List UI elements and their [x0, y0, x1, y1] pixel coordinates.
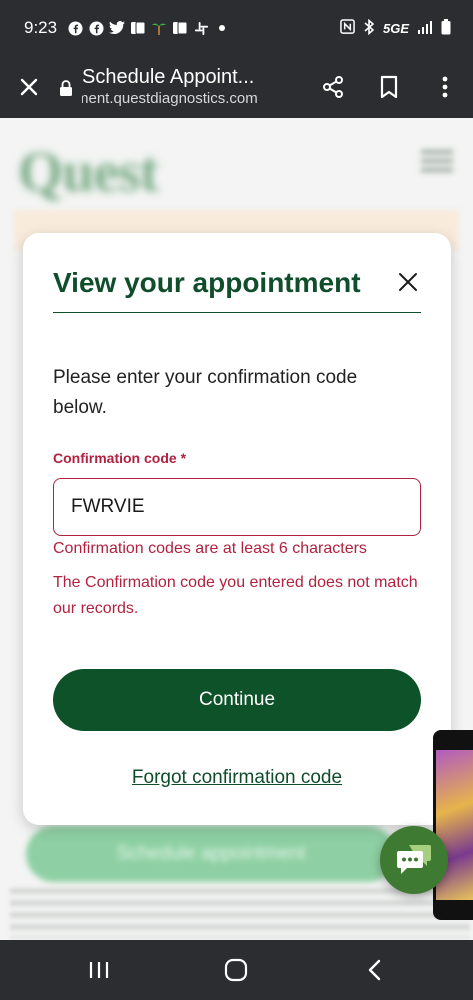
- page-url: ment.questdiagnostics.com: [82, 90, 258, 107]
- dialog-close-button[interactable]: [395, 269, 421, 295]
- confirmation-code-label: Confirmation code *: [53, 450, 186, 466]
- share-button[interactable]: [305, 56, 361, 118]
- title-divider: [53, 312, 421, 313]
- bookmark-button[interactable]: [361, 56, 417, 118]
- cards-app-icon: [130, 20, 146, 36]
- dot-icon: [214, 20, 230, 36]
- twitter-icon: [109, 20, 126, 36]
- signal-icon: [417, 20, 433, 37]
- required-marker: *: [180, 450, 187, 466]
- bluetooth-icon: [363, 18, 375, 38]
- background-text: [10, 888, 470, 938]
- network-type: 5GE: [382, 20, 409, 36]
- back-icon: [368, 959, 381, 981]
- recent-apps-icon: [89, 962, 108, 978]
- notification-icons: [67, 20, 230, 36]
- view-appointment-dialog: View your appointment Please enter your …: [23, 233, 451, 825]
- lock-icon: [58, 77, 74, 97]
- close-icon: [20, 78, 38, 96]
- bookmark-icon: [380, 75, 398, 99]
- close-tab-button[interactable]: [0, 56, 58, 118]
- dialog-title: View your appointment: [53, 267, 361, 298]
- browser-toolbar: Schedule Appoint... ment.questdiagnostic…: [0, 56, 473, 118]
- page-title: Schedule Appoint...: [82, 66, 255, 88]
- system-navigation-bar: [0, 940, 473, 1000]
- continue-button[interactable]: Continue: [53, 669, 421, 731]
- hamburger-menu-icon: [421, 150, 453, 172]
- facebook-icon: [67, 20, 83, 36]
- cards-app-icon: [172, 20, 188, 36]
- status-time: 9:23: [24, 18, 58, 37]
- status-bar: 9:23 5GE: [0, 0, 473, 56]
- mismatch-error-message: The Confirmation code you entered does n…: [53, 574, 418, 617]
- share-icon: [323, 76, 343, 98]
- chat-button[interactable]: [380, 826, 448, 894]
- floating-video-thumbnail[interactable]: [433, 730, 473, 920]
- dialog-instructions: Please enter your confirmation code belo…: [53, 367, 358, 418]
- slack-icon: [193, 20, 209, 36]
- chat-icon: [397, 845, 431, 874]
- schedule-appointment-button: Schedule appointment: [26, 826, 396, 882]
- home-icon: [225, 958, 248, 982]
- quest-logo: Quest: [18, 139, 159, 204]
- field-label-text: Confirmation code: [53, 450, 177, 466]
- facebook-icon: [88, 20, 104, 36]
- palm-tree-icon: [151, 20, 167, 36]
- more-options-button[interactable]: [417, 56, 473, 118]
- confirmation-code-input[interactable]: [53, 478, 421, 536]
- back-button[interactable]: [344, 940, 404, 1000]
- battery-icon: [441, 18, 451, 38]
- nfc-icon: [340, 19, 355, 37]
- forgot-confirmation-code-link[interactable]: Forgot confirmation code: [23, 767, 451, 789]
- close-icon: [399, 273, 417, 291]
- recent-apps-button[interactable]: [69, 940, 129, 1000]
- home-button[interactable]: [206, 940, 266, 1000]
- page-info[interactable]: Schedule Appoint... ment.questdiagnostic…: [82, 65, 305, 109]
- length-error-message: Confirmation codes are at least 6 charac…: [53, 540, 367, 557]
- system-icons: 5GE: [340, 18, 451, 38]
- more-vertical-icon: [442, 76, 448, 98]
